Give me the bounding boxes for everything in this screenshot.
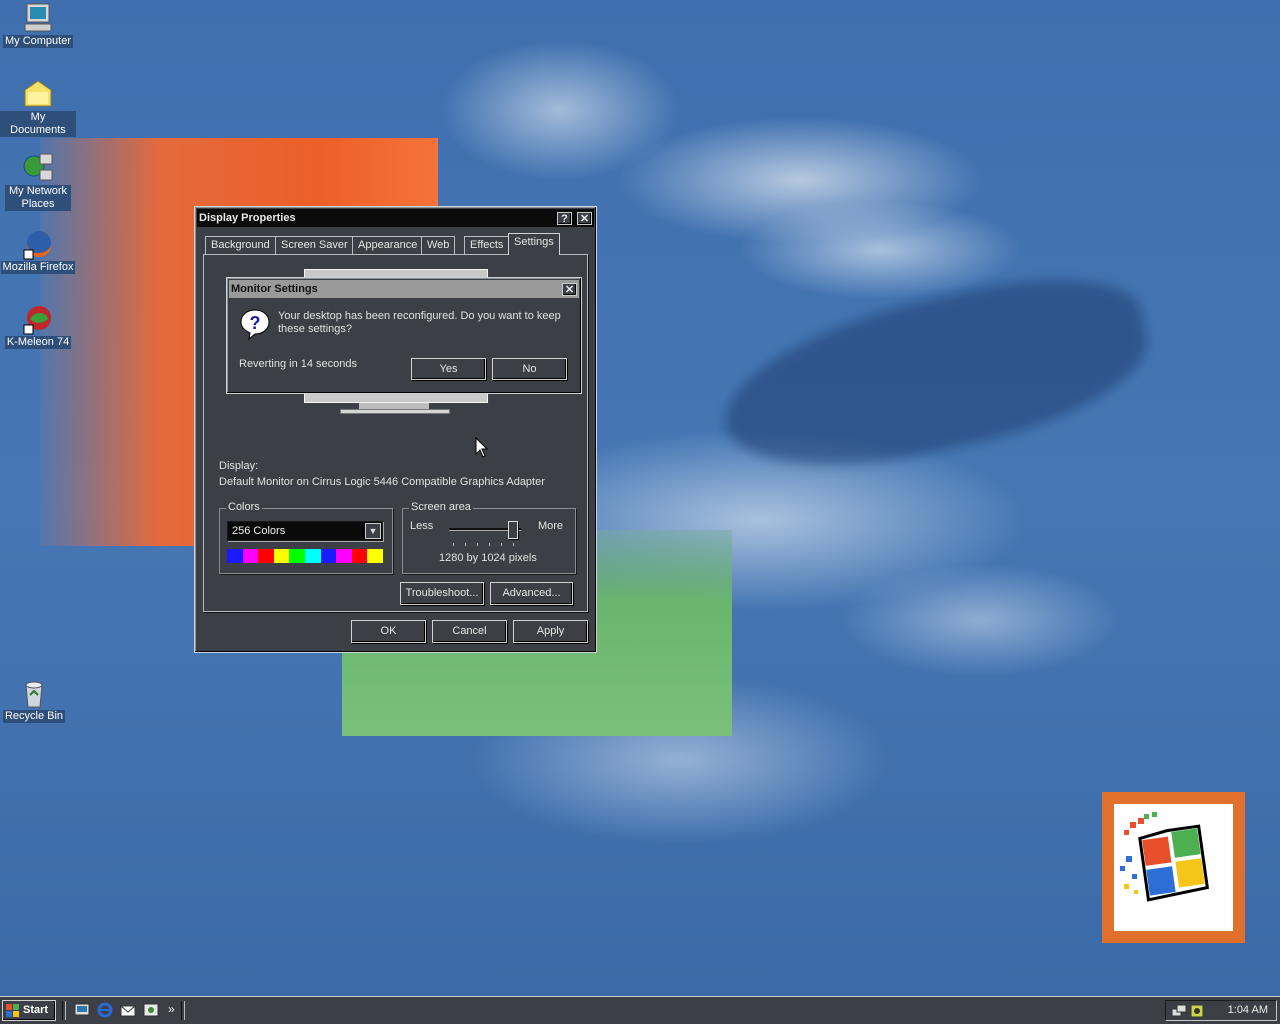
taskbar: Start » 1:04 AM [0, 996, 1280, 1024]
dialog-message: Your desktop has been reconfigured. Do y… [278, 310, 561, 335]
dialog-title: Monitor Settings [231, 283, 318, 295]
desktop-icon-k-meleon[interactable]: K-Meleon 74 [0, 303, 76, 349]
folder-icon [24, 80, 52, 107]
show-desktop-icon[interactable] [74, 1002, 90, 1018]
apply-button[interactable]: Apply [513, 620, 588, 643]
media-player-icon[interactable] [143, 1002, 159, 1018]
tab-web[interactable]: Web [421, 236, 456, 254]
network-icon [23, 153, 53, 181]
windows-logo-image [1102, 792, 1245, 943]
yes-button[interactable]: Yes [411, 358, 486, 380]
display-adapter-value: Default Monitor on Cirrus Logic 5446 Com… [219, 476, 545, 488]
color-palette-bar [227, 549, 383, 563]
help-button[interactable]: ? [556, 211, 572, 225]
colors-group: Colors 256 Colors ▼ [219, 501, 393, 574]
tab-screen-saver[interactable]: Screen Saver [275, 236, 354, 254]
desktop-icon-recycle-bin[interactable]: Recycle Bin [0, 677, 72, 723]
desktop-icon-mozilla-firefox[interactable]: Mozilla Firefox [0, 228, 76, 274]
cancel-button[interactable]: Cancel [432, 620, 507, 643]
windows-flag-icon [6, 1004, 19, 1017]
screen-area-group: Screen area Less More 1280 by 1024 pixel… [402, 501, 576, 574]
desktop-icon-my-network-places[interactable]: My Network Places [0, 152, 76, 211]
colors-select[interactable]: 256 Colors ▼ [227, 521, 383, 541]
desktop-icon-my-documents[interactable]: My Documents [0, 78, 76, 137]
tab-settings[interactable]: Settings [508, 233, 560, 255]
resolution-value: 1280 by 1024 pixels [439, 552, 537, 564]
troubleshoot-button[interactable]: Troubleshoot... [400, 582, 484, 605]
volume-tray-icon[interactable] [1189, 1003, 1205, 1019]
question-icon: ? [240, 309, 270, 340]
colors-legend: Colors [226, 501, 262, 513]
display-properties-window[interactable]: Display Properties ? ✕ Background Screen… [194, 206, 597, 653]
tab-background[interactable]: Background [205, 236, 276, 254]
desktop-icon-label: My Network Places [5, 185, 71, 211]
screen-area-slider-thumb[interactable] [508, 521, 518, 539]
close-button[interactable]: ✕ [562, 282, 577, 296]
clock[interactable]: 1:04 AM [1228, 1001, 1268, 1020]
advanced-button[interactable]: Advanced... [490, 582, 573, 605]
svg-text:?: ? [250, 313, 261, 333]
taskbar-separator [181, 1001, 185, 1020]
desktop-icon-label: My Documents [0, 111, 76, 137]
desktop-background [0, 0, 1280, 996]
window-title: Display Properties [199, 212, 296, 224]
desktop-icon-label: Mozilla Firefox [0, 261, 76, 274]
internet-explorer-icon[interactable] [97, 1002, 113, 1018]
desktop-icon-label: My Computer [2, 35, 74, 48]
ok-button[interactable]: OK [351, 620, 426, 643]
display-properties-titlebar[interactable]: Display Properties ? ✕ [197, 209, 594, 227]
my-computer-icon [24, 3, 52, 32]
tab-effects[interactable]: Effects [464, 236, 510, 254]
slider-ticks [453, 543, 517, 546]
desktop-icon-my-computer[interactable]: My Computer [0, 2, 76, 48]
tab-appearance[interactable]: Appearance [352, 236, 424, 254]
colors-select-value: 256 Colors [232, 525, 286, 537]
monitor-settings-titlebar[interactable]: Monitor Settings ✕ [229, 280, 579, 298]
slider-more-label: More [537, 520, 563, 532]
monitor-stand [340, 409, 450, 414]
countdown-text: Reverting in 14 seconds [239, 358, 358, 370]
k-meleon-icon [23, 306, 51, 335]
screen-area-legend: Screen area [409, 501, 473, 513]
network-tray-icon[interactable] [1171, 1003, 1187, 1019]
start-label: Start [23, 1004, 49, 1016]
wallpaper-whale-shadow [709, 256, 1161, 494]
quick-launch-chevron[interactable]: » [168, 1002, 175, 1016]
mouse-cursor-icon [475, 437, 489, 458]
firefox-icon [23, 231, 51, 260]
taskbar-separator [62, 1001, 66, 1020]
no-button[interactable]: No [492, 358, 567, 380]
system-tray: 1:04 AM [1165, 1000, 1277, 1021]
windows-flag-icon [1120, 812, 1210, 902]
start-button[interactable]: Start [2, 1000, 56, 1021]
display-label: Display: [219, 460, 259, 472]
desktop-icon-label: Recycle Bin [2, 710, 66, 723]
outlook-express-icon[interactable] [120, 1002, 136, 1018]
close-button[interactable]: ✕ [577, 211, 592, 225]
chevron-down-icon[interactable]: ▼ [365, 523, 381, 539]
monitor-settings-dialog[interactable]: Monitor Settings ✕ ? Your desktop has be… [226, 277, 582, 394]
desktop-icon-label: K-Meleon 74 [4, 336, 72, 349]
slider-less-label: Less [410, 520, 434, 532]
recycle-bin-icon [25, 681, 43, 708]
